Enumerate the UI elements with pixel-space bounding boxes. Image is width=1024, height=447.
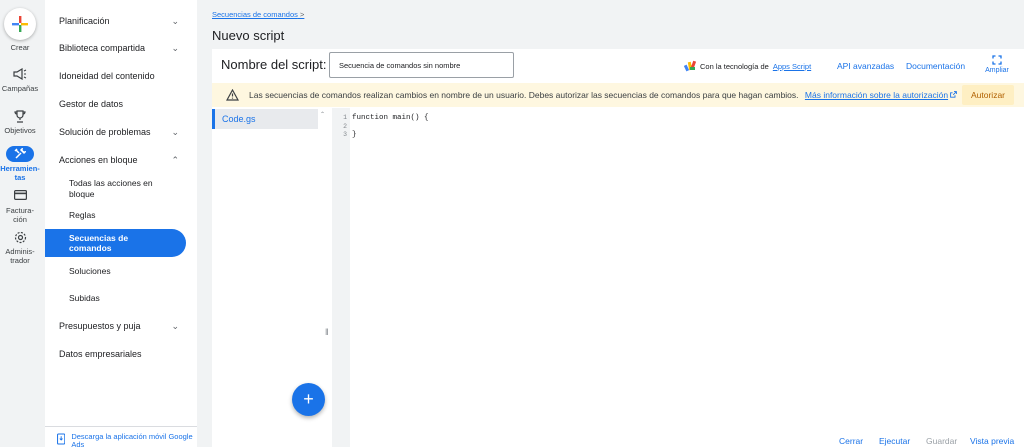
line-number: 1	[343, 114, 347, 121]
code-line: }	[352, 131, 357, 139]
code-line: function main() {	[352, 114, 429, 122]
plus-icon: +	[303, 389, 314, 409]
save-button[interactable]: Guardar	[926, 436, 957, 446]
nav-item-label: Planificación	[59, 16, 110, 26]
line-number-gutter: 1 2 3	[332, 108, 350, 426]
main-content: Secuencias de comandos > Nuevo script No…	[212, 0, 1024, 447]
nav-item-label: Acciones en bloque	[59, 155, 138, 165]
nav-item-solutions[interactable]: Soluciones	[45, 261, 197, 281]
nav-item-business-data[interactable]: Datos empresariales	[45, 344, 197, 364]
nav-item-label: Gestor de datos	[59, 99, 124, 109]
apps-script-link[interactable]: Apps Script	[773, 62, 811, 71]
expand-label: Ampliar	[985, 67, 1009, 74]
chevron-down-icon: ⌄	[171, 15, 179, 26]
nav-item-troubleshooting[interactable]: Solución de problemas ⌄	[45, 122, 197, 142]
nav-item-data-manager[interactable]: Gestor de datos	[45, 94, 197, 114]
download-app-link[interactable]: Descarga la aplicación móvil Google Ads	[45, 426, 197, 447]
create-button[interactable]	[4, 8, 36, 40]
nav-item-label: Reglas	[69, 210, 96, 220]
file-item-code-gs[interactable]: Code.gs	[212, 109, 318, 129]
download-app-label: Descarga la aplicación móvil Google Ads	[71, 432, 193, 447]
expand-button[interactable]: Ampliar	[982, 55, 1012, 74]
nav-item-label: Subidas	[69, 293, 100, 303]
nav-item-budgets-bidding[interactable]: Presupuestos y puja ⌄	[45, 316, 197, 336]
chevron-down-icon: ⌄	[171, 42, 179, 53]
rail-item-admin[interactable]: Adminis- trador	[0, 247, 40, 265]
warning-icon	[226, 89, 239, 101]
footer-actions: Cerrar Ejecutar Guardar Vista previa	[212, 436, 1024, 447]
script-name-label: Nombre del script:	[221, 57, 327, 72]
rail-item-billing[interactable]: Factura- ción	[0, 206, 40, 224]
chevron-down-icon: ⌄	[171, 320, 179, 331]
rail-item-tools[interactable]: Herramien- tas	[0, 164, 40, 182]
nav-item-bulk-actions[interactable]: Acciones en bloque ⌃	[45, 150, 197, 170]
nav-item-label: Presupuestos y puja	[59, 321, 141, 331]
line-number: 2	[343, 122, 347, 130]
fullscreen-icon	[992, 55, 1002, 65]
add-file-button[interactable]: +	[292, 383, 325, 416]
banner-text: Las secuencias de comandos realizan camb…	[249, 90, 958, 100]
external-link-icon	[950, 91, 958, 98]
rail-item-goals[interactable]: Objetivos	[0, 126, 40, 135]
preview-button[interactable]: Vista previa	[970, 436, 1014, 446]
nav-item-label: Soluciones	[69, 266, 111, 276]
nav-item-label: Todas las acciones en bloque	[69, 178, 153, 199]
rail-item-campaigns[interactable]: Campañas	[0, 84, 40, 93]
megaphone-icon[interactable]	[0, 68, 40, 80]
tools-icon[interactable]	[6, 146, 34, 162]
nav-item-label: Biblioteca compartida	[59, 43, 146, 53]
navigation-panel: Planificación ⌄ Biblioteca compartida ⌄ …	[45, 0, 197, 447]
run-button[interactable]: Ejecutar	[879, 436, 910, 446]
nav-item-label: Secuencias de comandos	[69, 233, 129, 253]
nav-item-shared-library[interactable]: Biblioteca compartida ⌄	[45, 38, 197, 58]
authorize-button[interactable]: Autorizar	[961, 85, 1014, 105]
left-rail: Crear Campañas Objetivos Herramien- tas …	[0, 0, 40, 447]
line-number: 3	[343, 131, 347, 138]
authorization-banner: Las secuencias de comandos realizan camb…	[212, 83, 1024, 107]
script-name-input[interactable]	[329, 52, 514, 78]
nav-item-planning[interactable]: Planificación ⌄	[45, 11, 197, 31]
nav-item-scripts[interactable]: Secuencias de comandos	[45, 229, 186, 257]
chevron-down-icon: ⌄	[171, 126, 179, 137]
powered-by: Con la tecnología de Apps Script	[684, 60, 811, 72]
fold-icon[interactable]: ⌃	[320, 111, 325, 118]
breadcrumb-separator: >	[299, 10, 305, 19]
chevron-up-icon: ⌃	[171, 154, 179, 165]
drag-handle-icon[interactable]: ‖	[325, 327, 329, 337]
nav-item-label: Solución de problemas	[59, 127, 151, 137]
trophy-icon[interactable]	[0, 110, 40, 123]
apps-script-icon	[684, 60, 696, 72]
nav-item-label: Idoneidad del contenido	[59, 71, 155, 81]
nav-item-label: Datos empresariales	[59, 349, 142, 359]
plus-icon	[12, 16, 28, 32]
phone-download-icon	[57, 433, 66, 445]
nav-item-content-suitability[interactable]: Idoneidad del contenido	[45, 66, 197, 86]
script-editor-card: Nombre del script: Con la tecnología de …	[212, 49, 1024, 447]
code-editor[interactable]: function main() { }	[352, 110, 1012, 426]
nav-item-uploads[interactable]: Subidas	[45, 288, 197, 308]
credit-card-icon[interactable]	[0, 190, 40, 200]
breadcrumb-link[interactable]: Secuencias de comandos	[212, 10, 298, 19]
nav-item-all-bulk-actions[interactable]: Todas las acciones en bloque	[45, 176, 197, 202]
authorization-info-link[interactable]: Más información sobre la autorización	[805, 90, 948, 100]
create-label: Crear	[10, 43, 30, 52]
advanced-apis-link[interactable]: API avanzadas	[837, 61, 894, 71]
close-button[interactable]: Cerrar	[839, 436, 863, 446]
breadcrumb[interactable]: Secuencias de comandos >	[212, 10, 304, 19]
banner-message: Las secuencias de comandos realizan camb…	[249, 90, 799, 100]
nav-item-rules[interactable]: Reglas	[45, 205, 197, 225]
powered-by-text: Con la tecnología de	[700, 61, 769, 71]
page-title: Nuevo script	[212, 28, 285, 43]
gear-icon[interactable]	[0, 231, 40, 244]
documentation-link[interactable]: Documentación	[906, 61, 965, 71]
